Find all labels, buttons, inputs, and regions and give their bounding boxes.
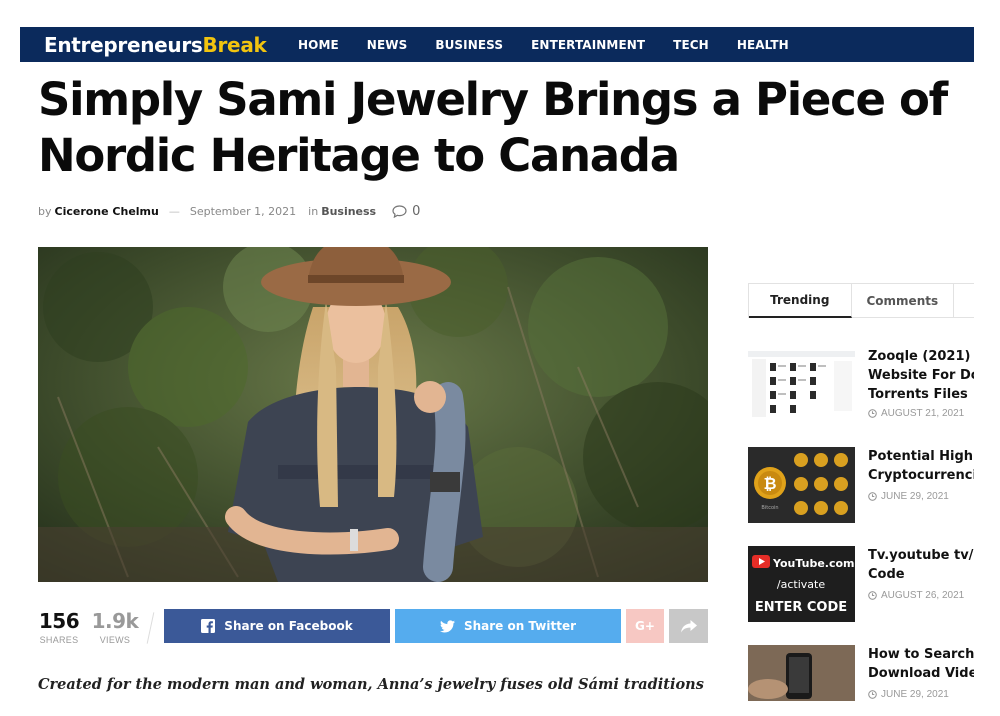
post-date-text: JUNE 29, 2021 [881, 491, 949, 502]
bitcoin-thumb-label: Bitcoin [761, 505, 778, 511]
share-facebook-button[interactable]: Share on Facebook [164, 609, 390, 643]
post-title[interactable]: Potential High Cryptocurrenci [868, 447, 974, 485]
post-thumbnail[interactable]: YouTube.com /activate ENTER CODE [748, 546, 855, 622]
svg-text:₿: ₿ [763, 474, 776, 493]
article-title: Simply Sami Jewelry Brings a Piece of No… [38, 73, 948, 182]
post-title-line: Code [868, 567, 905, 582]
publish-date: September 1, 2021 [189, 204, 297, 218]
views-stat: 1.9k VIEWS [90, 609, 140, 645]
logo-text-primary: Entrepreneurs [44, 32, 203, 57]
category-link[interactable]: Business [321, 205, 376, 218]
post-title[interactable]: Zooqle (2021) – Website For Do Torrents … [868, 347, 974, 404]
article-meta: by Cicerone Chelmu — September 1, 2021 i… [38, 203, 420, 219]
shares-count: 156 [38, 609, 80, 633]
shares-stat: 156 SHARES [38, 609, 80, 645]
nav-item-business[interactable]: BUSINESS [435, 38, 503, 52]
twitter-icon [439, 619, 455, 632]
shares-label: SHARES [39, 635, 79, 645]
post-title-line: Website For Do [868, 368, 974, 383]
tab-more[interactable] [954, 284, 974, 318]
post-title-line: Tv.youtube tv/s [868, 548, 974, 563]
post-title-line: Download Vide [868, 666, 974, 681]
clock-icon [868, 409, 877, 418]
meta-by: by [38, 204, 52, 218]
comment-icon[interactable] [392, 204, 407, 218]
youtube-thumb-line-2: /activate [777, 578, 825, 591]
sidebar-post[interactable]: How to Search, Download Vide JUNE 29, 20… [748, 645, 980, 716]
tab-comments[interactable]: Comments [851, 284, 955, 318]
sidebar-tabs: Trending Comments [748, 283, 974, 318]
views-label: VIEWS [99, 635, 131, 645]
sidebar-post[interactable]: Zooqle (2021) – Website For Do Torrents … [748, 347, 980, 427]
share-twitter-button[interactable]: Share on Twitter [395, 609, 621, 643]
author-link[interactable]: Cicerone Chelmu [55, 205, 159, 218]
logo-text-accent: Break [202, 32, 267, 57]
clock-icon [868, 690, 877, 699]
post-date: AUGUST 21, 2021 [868, 408, 964, 419]
share-twitter-label: Share on Twitter [463, 619, 577, 633]
nav-item-health[interactable]: HEALTH [737, 38, 789, 52]
share-arrow-icon [680, 619, 697, 632]
post-date-text: AUGUST 21, 2021 [881, 408, 965, 419]
post-thumbnail[interactable] [748, 347, 855, 423]
meta-in: in [308, 204, 319, 218]
featured-image [38, 247, 708, 582]
tab-trending[interactable]: Trending [749, 284, 852, 318]
share-more-button[interactable] [669, 609, 708, 643]
post-title[interactable]: How to Search, Download Vide [868, 645, 974, 683]
post-title-line: Cryptocurrenci [868, 468, 974, 483]
post-date-text: JUNE 29, 2021 [881, 689, 949, 700]
post-date: JUNE 29, 2021 [868, 689, 949, 700]
nav-item-news[interactable]: NEWS [367, 38, 408, 52]
clock-icon [868, 492, 877, 501]
post-date-text: AUGUST 26, 2021 [881, 590, 965, 601]
sidebar-post[interactable]: ₿ Bitcoin Potential High Cryptocurrenci … [748, 447, 980, 527]
post-title-line: Zooqle (2021) – [868, 349, 974, 364]
facebook-icon [201, 619, 216, 633]
post-title-line: Potential High [868, 449, 974, 464]
main-nav: HOME NEWS BUSINESS ENTERTAINMENT TECH HE… [298, 27, 817, 62]
post-title-line: Torrents Files [868, 387, 968, 402]
post-title[interactable]: Tv.youtube tv/s Code [868, 546, 974, 584]
nav-item-home[interactable]: HOME [298, 38, 339, 52]
article-excerpt: Created for the modern man and woman, An… [38, 676, 708, 693]
share-googleplus-button[interactable]: G+ [626, 609, 664, 643]
googleplus-icon: G+ [635, 619, 655, 633]
sidebar-post[interactable]: YouTube.com /activate ENTER CODE Tv.yout… [748, 546, 980, 626]
post-title-line: How to Search, [868, 647, 974, 662]
stat-divider [146, 612, 155, 644]
youtube-thumb-line-3: ENTER CODE [755, 600, 847, 615]
post-thumbnail[interactable] [748, 645, 855, 701]
nav-item-tech[interactable]: TECH [673, 38, 709, 52]
clock-icon [868, 591, 877, 600]
meta-dash: — [168, 204, 180, 218]
comment-count[interactable]: 0 [412, 204, 420, 219]
site-header: Entrepreneurs Break HOME NEWS BUSINESS EN… [20, 27, 974, 62]
post-thumbnail[interactable]: ₿ Bitcoin [748, 447, 855, 523]
youtube-thumb-line-1: YouTube.com [772, 557, 855, 570]
post-date: JUNE 29, 2021 [868, 491, 949, 502]
nav-item-entertainment[interactable]: ENTERTAINMENT [531, 38, 645, 52]
share-facebook-label: Share on Facebook [224, 619, 353, 633]
views-count: 1.9k [91, 609, 139, 633]
post-date: AUGUST 26, 2021 [868, 590, 964, 601]
site-logo[interactable]: Entrepreneurs Break [44, 27, 267, 62]
